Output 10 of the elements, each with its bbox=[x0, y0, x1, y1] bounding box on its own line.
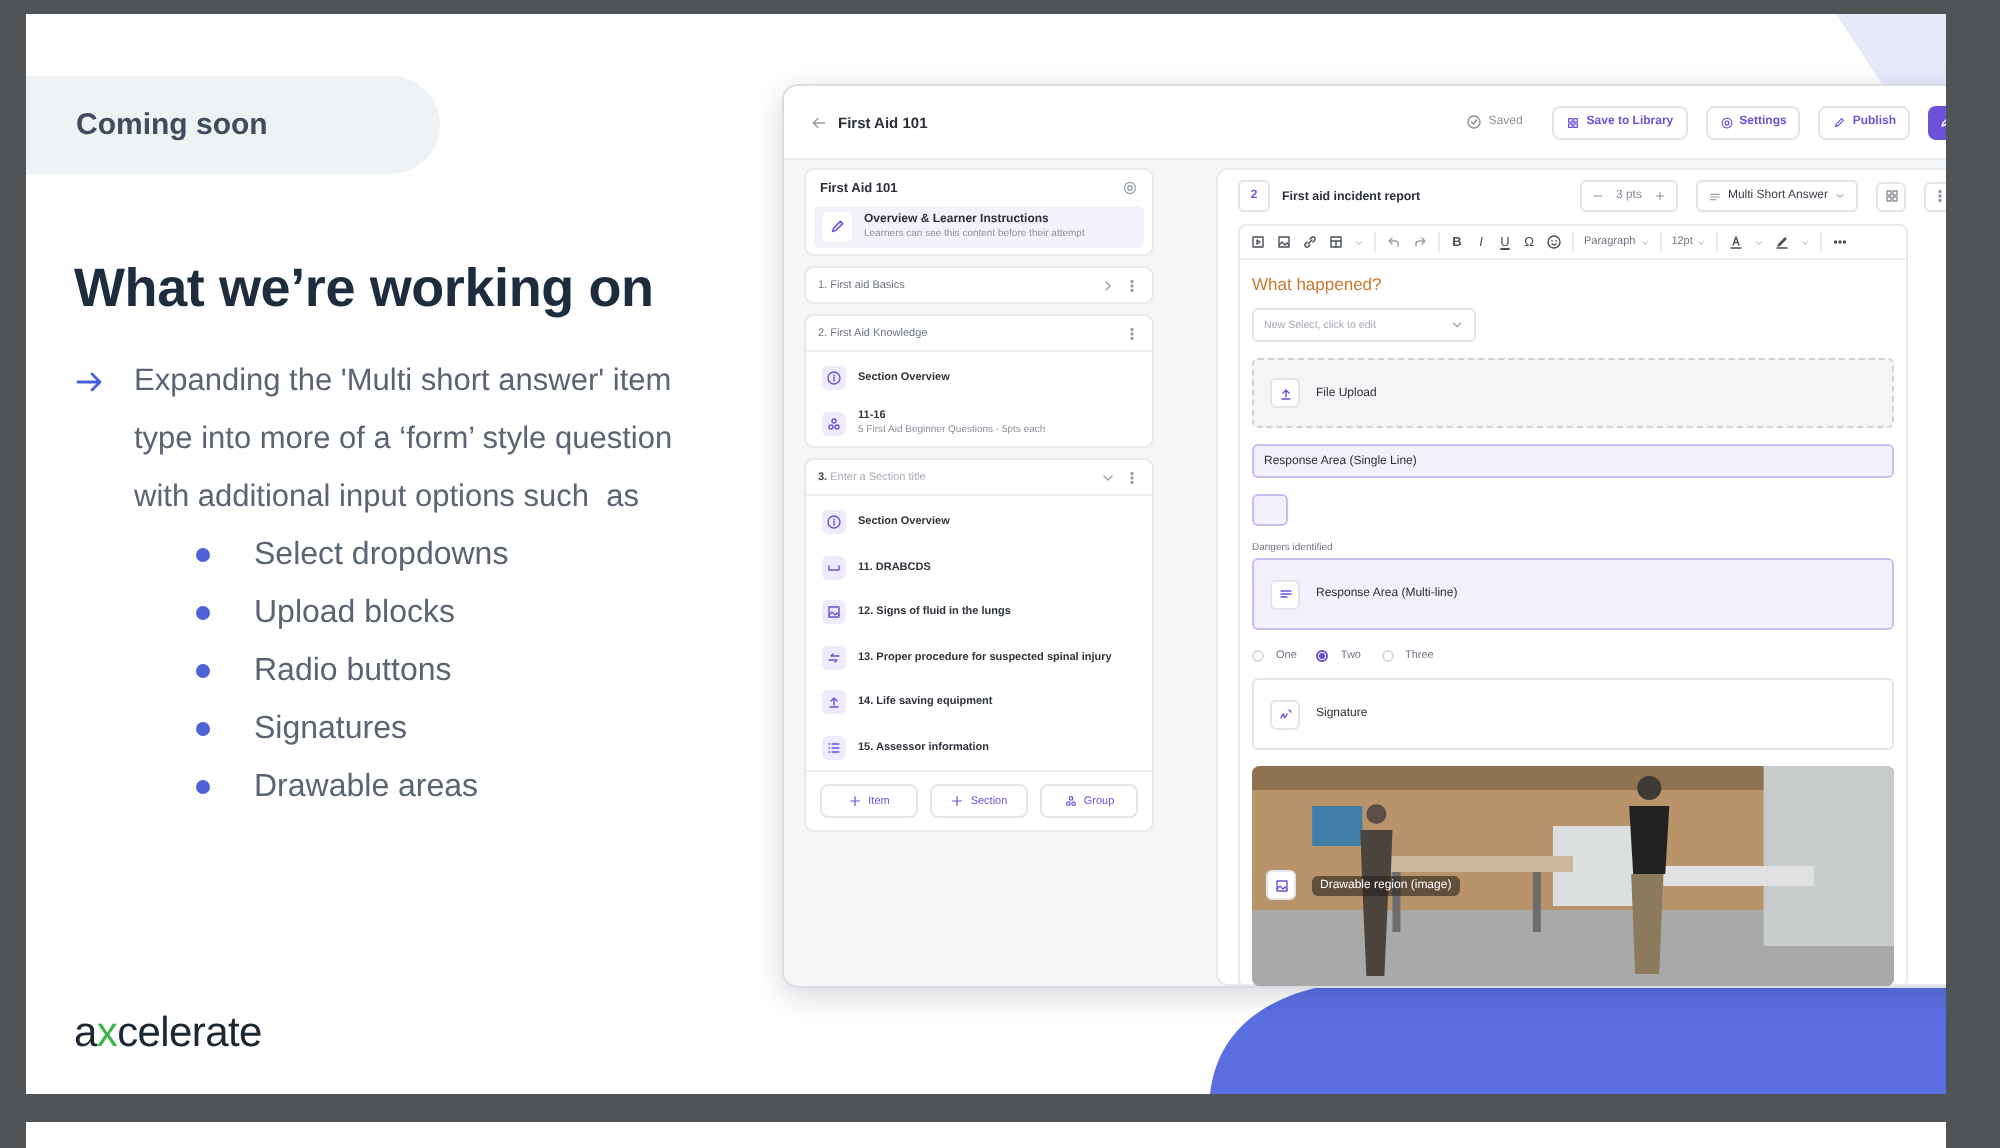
bullet-text: Drawable areas bbox=[254, 769, 479, 805]
bullet-text: Radio buttons bbox=[254, 653, 452, 689]
bullet-text: Upload blocks bbox=[254, 595, 455, 631]
bullet-text: Select dropdowns bbox=[254, 537, 509, 573]
intro-paragraph: Expanding the 'Multi short answer' item type into more of a ‘form’ style question with additional input options such as bbox=[134, 362, 675, 518]
status-pill: Coming soon bbox=[26, 76, 440, 174]
bullet-text: Signatures bbox=[254, 711, 407, 747]
slide-title: What we’re working on bbox=[74, 258, 656, 320]
logo: axcelerate bbox=[74, 1010, 264, 1058]
question-heading: What happened? bbox=[1252, 274, 1384, 294]
